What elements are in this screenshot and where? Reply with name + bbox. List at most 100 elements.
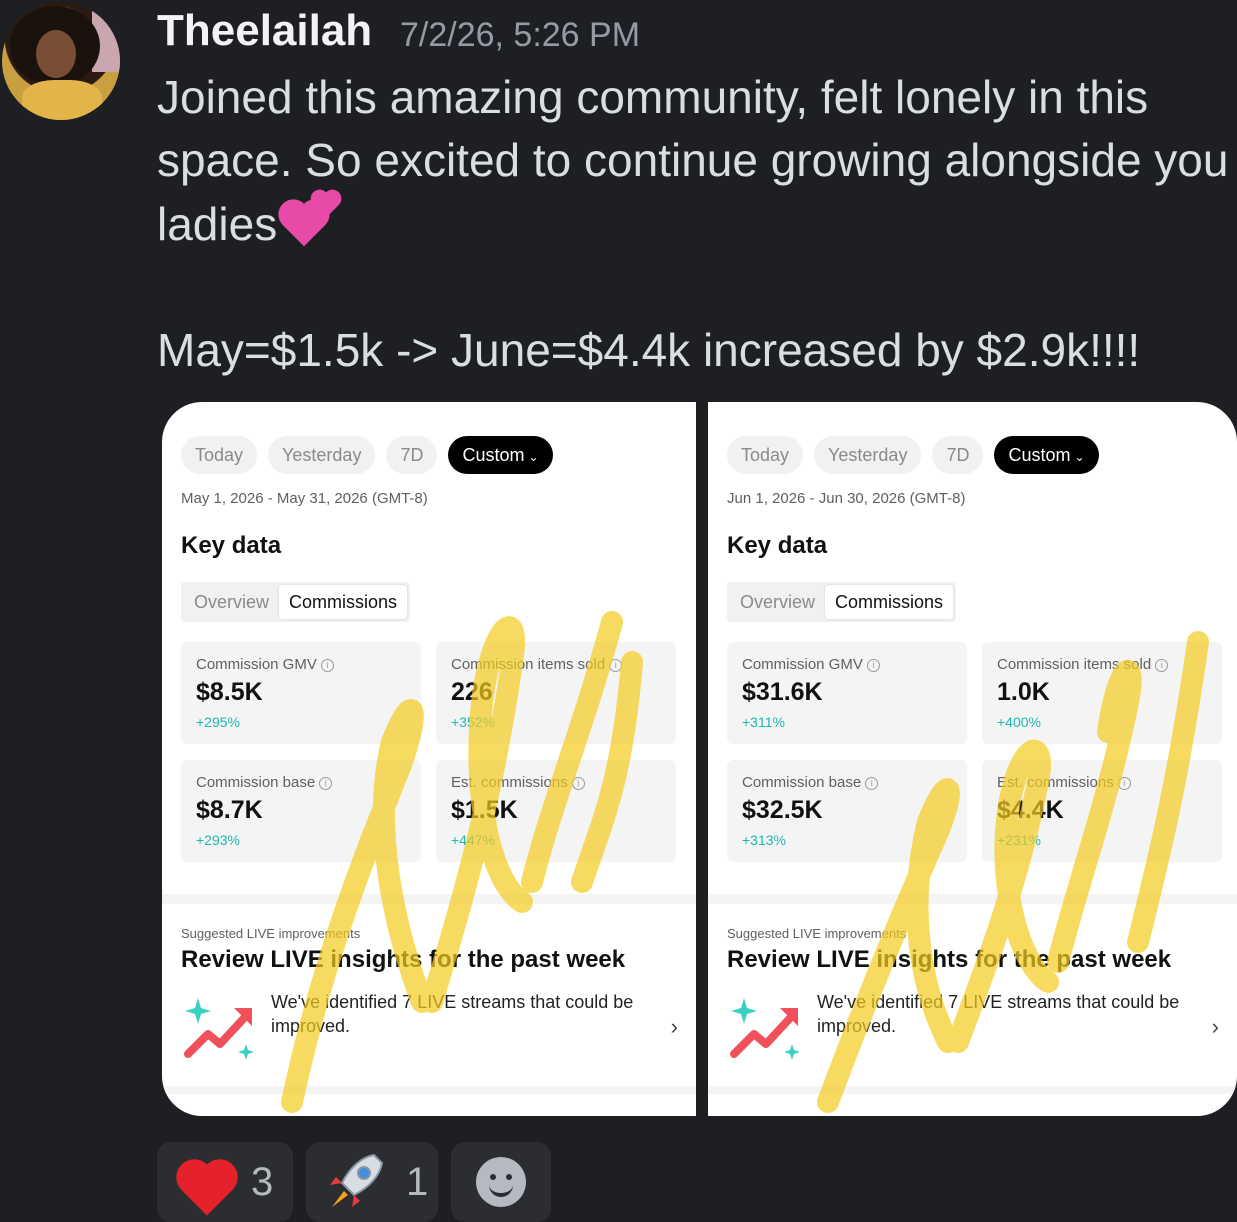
segment-overview[interactable]: Overview [730, 585, 825, 619]
message-line: May=$1.5k -> June=$4.4k increased by $2.… [157, 324, 1141, 376]
message-line: ladies [157, 192, 1232, 256]
pill-custom-label: Custom [462, 445, 525, 465]
segmented-control: Overview Commissions [727, 582, 957, 622]
message-content: Joined this amazing community, felt lone… [157, 66, 1232, 382]
suggested-title[interactable]: Review LIVE insights for the past week [727, 946, 1171, 974]
date-range: Jun 1, 2026 - Jun 30, 2026 (GMT-8) [727, 490, 966, 507]
card-delta: +313% [742, 832, 786, 848]
card-label-text: Commission GMV [742, 656, 863, 673]
card-delta: +352% [451, 714, 495, 730]
section-divider [162, 894, 696, 904]
key-data-title: Key data [181, 532, 282, 559]
info-icon[interactable]: i [1117, 777, 1131, 790]
bottom-bar [162, 1086, 696, 1094]
chevron-right-icon[interactable]: › [1212, 1014, 1219, 1040]
card-commission-base[interactable]: Commission base i $8.7K +293% [181, 760, 421, 862]
reaction-count: 1 [406, 1159, 429, 1204]
suggested-title[interactable]: Review LIVE insights for the past week [181, 946, 625, 974]
message-line: Joined this amazing community, felt lone… [157, 71, 1149, 123]
reaction-count: 3 [251, 1159, 274, 1204]
suggested-label: Suggested LIVE improvements [181, 926, 361, 941]
card-value: 226 [451, 678, 493, 706]
trending-up-sparkle-icon [184, 998, 254, 1060]
card-delta: +311% [742, 714, 785, 730]
bottom-bar [708, 1086, 1237, 1094]
card-commission-base[interactable]: Commission base i $32.5K +313% [727, 760, 967, 862]
card-commission-gmv[interactable]: Commission GMV i $8.5K +295% [181, 642, 421, 744]
card-label: Commission base i [196, 774, 333, 791]
suggested-label: Suggested LIVE improvements [727, 926, 907, 941]
attachment-image-may[interactable]: Today Yesterday 7D Custom ⌄ May 1, 2026 -… [162, 402, 696, 1116]
card-commission-gmv[interactable]: Commission GMV i $31.6K +311% [727, 642, 967, 744]
date-range: May 1, 2026 - May 31, 2026 (GMT-8) [181, 490, 428, 507]
reaction-rocket[interactable]: 1 [306, 1142, 438, 1222]
card-label: Commission GMV i [742, 656, 880, 673]
card-label: Est. commissions i [997, 774, 1131, 791]
info-icon[interactable]: i [1155, 659, 1169, 672]
trending-up-sparkle-icon [730, 998, 800, 1060]
suggested-body: We've identified 7 LIVE streams that cou… [817, 992, 1180, 1036]
pill-custom-label: Custom [1008, 445, 1071, 465]
card-est-commissions[interactable]: Est. commissions i $4.4K +231% [982, 760, 1222, 862]
card-delta: +293% [196, 832, 240, 848]
reaction-heart[interactable]: 3 [157, 1142, 293, 1222]
card-value: $31.6K [742, 678, 823, 706]
attachment-image-june[interactable]: Today Yesterday 7D Custom ⌄ Jun 1, 2026 -… [708, 402, 1237, 1116]
date-filter-pills: Today Yesterday 7D Custom ⌄ [727, 436, 1099, 474]
pill-yesterday[interactable]: Yesterday [814, 436, 922, 474]
info-icon[interactable]: i [609, 659, 623, 672]
chevron-down-icon: ⌄ [528, 450, 539, 464]
chevron-right-icon[interactable]: › [671, 1014, 678, 1040]
message-line-text: ladies [157, 198, 278, 250]
card-label: Commission GMV i [196, 656, 334, 673]
pill-today[interactable]: Today [727, 436, 804, 474]
suggested-body: We've identified 7 LIVE streams that cou… [271, 992, 634, 1036]
card-label-text: Commission base [196, 774, 316, 791]
segment-commissions[interactable]: Commissions [279, 585, 408, 619]
info-icon[interactable]: i [320, 659, 334, 672]
card-value: 1.0K [997, 678, 1050, 706]
rocket-icon [330, 1153, 384, 1207]
card-delta: +400% [997, 714, 1041, 730]
message-line: space. So excited to continue growing al… [157, 134, 1229, 186]
card-delta: +447% [451, 832, 495, 848]
info-icon[interactable]: i [571, 777, 585, 790]
card-commission-items-sold[interactable]: Commission items sold i 1.0K +400% [982, 642, 1222, 744]
pill-today[interactable]: Today [181, 436, 258, 474]
pill-7d[interactable]: 7D [932, 436, 984, 474]
pill-custom[interactable]: Custom ⌄ [994, 436, 1099, 474]
card-delta: +295% [196, 714, 240, 730]
card-label-text: Commission items sold [997, 656, 1152, 673]
card-est-commissions[interactable]: Est. commissions i $1.5K +447% [436, 760, 676, 862]
card-label-text: Commission base [742, 774, 862, 791]
pill-7d[interactable]: 7D [386, 436, 438, 474]
message-timestamp: 7/2/26, 5:26 PM [400, 16, 641, 54]
key-data-title: Key data [727, 532, 828, 559]
red-heart-icon [177, 1154, 237, 1216]
info-icon[interactable]: i [865, 777, 879, 790]
card-label-text: Commission items sold [451, 656, 606, 673]
card-label: Commission items sold i [997, 656, 1169, 673]
card-value: $8.7K [196, 796, 263, 824]
card-delta: +231% [997, 832, 1041, 848]
card-value: $32.5K [742, 796, 823, 824]
user-avatar[interactable] [2, 2, 120, 120]
add-reaction-button[interactable] [451, 1142, 551, 1222]
segment-commissions[interactable]: Commissions [825, 585, 954, 619]
chevron-down-icon: ⌄ [1074, 450, 1085, 464]
card-commission-items-sold[interactable]: Commission items sold i 226 +352% [436, 642, 676, 744]
segmented-control: Overview Commissions [181, 582, 411, 622]
card-value: $1.5K [451, 796, 518, 824]
card-label-text: Commission GMV [196, 656, 317, 673]
info-icon[interactable]: i [866, 659, 880, 672]
pill-yesterday[interactable]: Yesterday [268, 436, 376, 474]
pill-custom[interactable]: Custom ⌄ [448, 436, 553, 474]
section-divider [708, 894, 1237, 904]
segment-overview[interactable]: Overview [184, 585, 279, 619]
two-hearts-icon [282, 192, 341, 247]
message-username[interactable]: Theelailah [157, 6, 372, 56]
card-label: Est. commissions i [451, 774, 585, 791]
info-icon[interactable]: i [319, 777, 333, 790]
card-label-text: Est. commissions [451, 774, 568, 791]
card-value: $8.5K [196, 678, 263, 706]
